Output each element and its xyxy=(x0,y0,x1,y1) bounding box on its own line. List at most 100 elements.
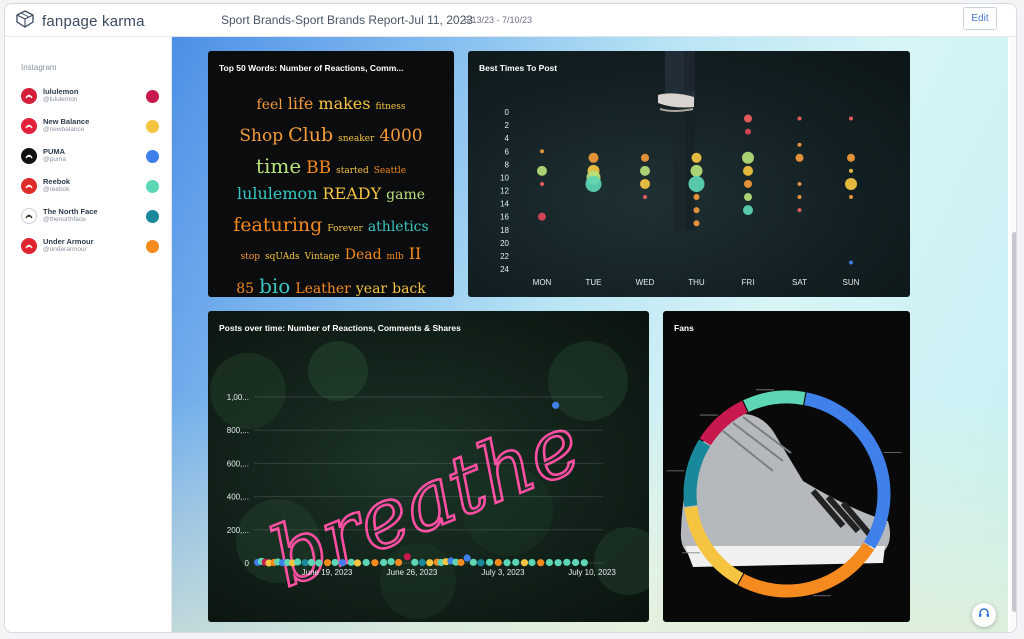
post-point[interactable] xyxy=(387,558,395,566)
post-point[interactable] xyxy=(301,559,309,567)
word-cloud-word[interactable]: mlb xyxy=(387,252,404,262)
fans-card[interactable]: Fans xyxy=(663,311,910,622)
word-cloud-word[interactable]: Leather xyxy=(295,281,351,297)
post-point[interactable] xyxy=(353,559,362,567)
time-bubble[interactable] xyxy=(691,152,702,163)
post-point[interactable] xyxy=(347,558,355,566)
time-bubble[interactable] xyxy=(744,193,752,202)
word-cloud-word[interactable]: Dead xyxy=(345,247,382,263)
post-point[interactable] xyxy=(411,558,419,566)
time-bubble[interactable] xyxy=(845,177,857,190)
post-point[interactable] xyxy=(307,558,315,567)
word-cloud-word[interactable]: BB xyxy=(306,158,331,178)
post-point[interactable] xyxy=(457,558,465,567)
profile-item[interactable]: lululemon @lululemon xyxy=(21,86,161,110)
profile-item[interactable]: PUMA @puma xyxy=(21,146,161,170)
word-cloud-word[interactable]: back xyxy=(392,281,426,297)
time-bubble[interactable] xyxy=(795,153,804,162)
time-bubble[interactable] xyxy=(693,220,700,227)
post-point[interactable] xyxy=(528,558,536,567)
post-point[interactable] xyxy=(545,558,554,567)
time-bubble[interactable] xyxy=(744,179,752,188)
time-bubble[interactable] xyxy=(797,116,802,121)
edit-button[interactable]: Edit xyxy=(963,7,997,30)
word-cloud-word[interactable]: Shop xyxy=(239,126,283,146)
word-cloud-word[interactable]: life xyxy=(288,94,314,113)
post-point[interactable] xyxy=(512,558,520,566)
profile-item[interactable]: Reebok @reebok xyxy=(21,176,161,200)
post-point[interactable] xyxy=(338,559,347,567)
word-cloud-word[interactable]: started xyxy=(336,166,369,176)
time-bubble[interactable] xyxy=(540,181,544,186)
scrollbar-thumb[interactable] xyxy=(1012,232,1016,612)
time-bubble[interactable] xyxy=(797,142,802,147)
profile-item[interactable]: New Balance @newbalance xyxy=(21,116,161,140)
time-bubble[interactable] xyxy=(540,149,544,154)
post-point[interactable] xyxy=(315,559,323,567)
word-cloud-card[interactable]: Top 50 Words: Number of Reactions, Comm.… xyxy=(208,51,454,297)
post-point[interactable] xyxy=(463,554,471,562)
word-cloud-word[interactable]: 85 xyxy=(236,281,254,297)
word-cloud-word[interactable]: II xyxy=(409,244,422,263)
post-point[interactable] xyxy=(477,559,485,567)
word-cloud-word[interactable]: Club xyxy=(288,124,333,146)
post-point[interactable] xyxy=(537,559,545,567)
post-point[interactable] xyxy=(503,559,511,567)
post-point[interactable] xyxy=(418,558,426,567)
post-point[interactable] xyxy=(380,558,388,567)
time-bubble[interactable] xyxy=(849,116,853,121)
word-cloud-word[interactable]: READY xyxy=(323,184,382,203)
time-bubble[interactable] xyxy=(640,165,650,176)
post-point[interactable] xyxy=(563,558,571,566)
word-cloud-word[interactable]: stop xyxy=(241,252,260,262)
time-bubble[interactable] xyxy=(797,195,802,200)
word-cloud-word[interactable]: Seattle xyxy=(374,166,406,176)
date-range[interactable]: 6/13/23 - 7/10/23 xyxy=(464,15,532,25)
post-point[interactable] xyxy=(520,559,529,567)
word-cloud-word[interactable]: fitness xyxy=(375,102,405,112)
post-point[interactable] xyxy=(323,559,332,567)
time-bubble[interactable] xyxy=(641,153,649,162)
best-times-card[interactable]: Best Times To Post 0 2 4 6 8 10 12 14 16 18 20 22 24… xyxy=(468,51,910,297)
donut-slice[interactable] xyxy=(743,390,806,413)
word-cloud-word[interactable]: year xyxy=(356,281,387,297)
post-point[interactable] xyxy=(362,558,370,567)
time-bubble[interactable] xyxy=(743,165,753,176)
time-bubble[interactable] xyxy=(744,114,752,123)
word-cloud-word[interactable]: Forever xyxy=(327,224,363,234)
time-bubble[interactable] xyxy=(847,153,855,162)
post-point[interactable] xyxy=(394,558,403,567)
word-cloud-word[interactable]: time xyxy=(256,154,301,178)
word-cloud-word[interactable]: athletics xyxy=(368,219,429,235)
time-bubble[interactable] xyxy=(849,168,853,173)
word-cloud-word[interactable]: game xyxy=(386,187,425,203)
time-bubble[interactable] xyxy=(797,181,802,186)
time-bubble[interactable] xyxy=(537,165,547,176)
time-bubble[interactable] xyxy=(693,194,700,201)
time-bubble[interactable] xyxy=(688,175,705,192)
time-bubble[interactable] xyxy=(588,152,599,163)
post-point[interactable] xyxy=(294,558,302,566)
post-point[interactable] xyxy=(571,558,580,567)
profile-item[interactable]: The North Face @thenorthface xyxy=(21,206,161,230)
time-bubble[interactable] xyxy=(585,175,602,192)
post-point[interactable] xyxy=(580,559,588,567)
word-cloud-word[interactable]: sneaker xyxy=(338,134,374,144)
time-bubble[interactable] xyxy=(849,195,853,200)
post-point[interactable] xyxy=(485,558,494,566)
time-bubble[interactable] xyxy=(643,195,647,200)
time-bubble[interactable] xyxy=(743,205,753,216)
post-point[interactable] xyxy=(554,559,562,567)
time-bubble[interactable] xyxy=(745,128,751,135)
time-bubble[interactable] xyxy=(690,164,703,177)
time-bubble[interactable] xyxy=(797,208,802,213)
word-cloud-word[interactable]: featuring xyxy=(233,214,322,236)
post-point[interactable] xyxy=(403,553,411,561)
post-point[interactable] xyxy=(426,559,434,567)
post-point[interactable] xyxy=(494,558,502,567)
word-cloud-word[interactable]: bio xyxy=(259,274,290,297)
logo[interactable]: fanpage karma xyxy=(15,10,145,33)
word-cloud-word[interactable]: 4000 xyxy=(379,126,422,146)
profile-item[interactable]: Under Armour @underarmour xyxy=(21,236,161,260)
time-bubble[interactable] xyxy=(742,151,754,164)
